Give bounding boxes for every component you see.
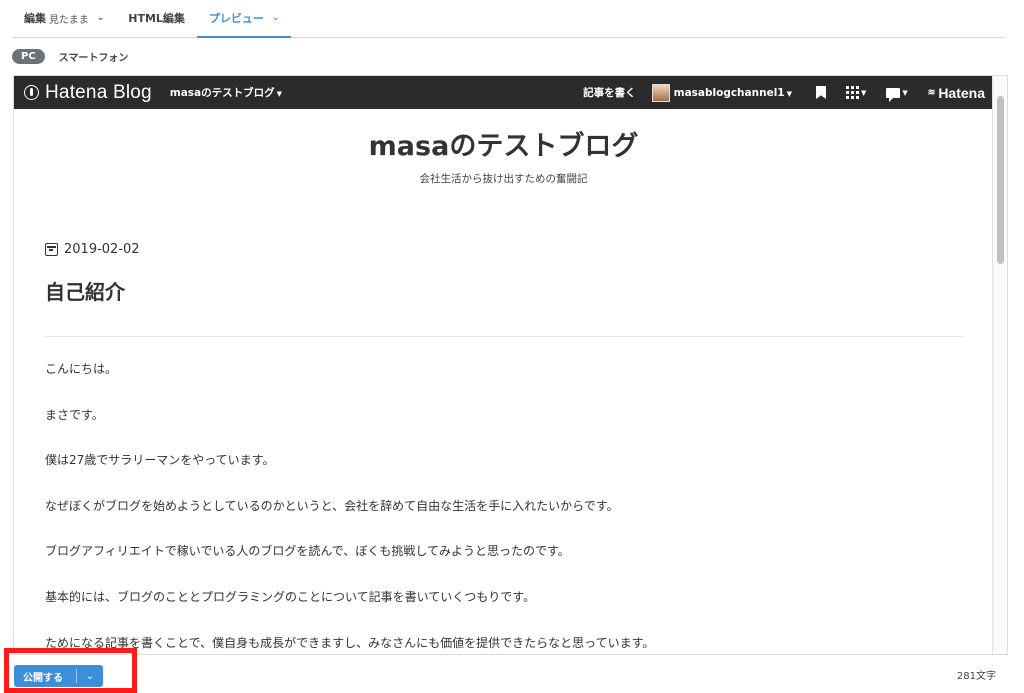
tab-preview[interactable]: プレビュー ⌄	[196, 0, 292, 38]
device-smartphone-button[interactable]: スマートフォン	[59, 49, 129, 64]
speech-balloon-icon	[886, 87, 901, 102]
entry-body: こんにちは。 まさです。 僕は27歳でサラリーマンをやっています。 なぜぼくがブ…	[45, 361, 963, 654]
calendar-icon	[45, 243, 58, 256]
entry-date[interactable]: 2019-02-02	[45, 242, 140, 257]
tab-html[interactable]: HTML編集	[116, 0, 197, 37]
char-count: 281文字	[956, 671, 996, 682]
divider	[45, 336, 963, 337]
tab-preview-label: プレビュー	[208, 12, 264, 25]
hatena-logo-icon	[24, 85, 39, 100]
blog-switcher-label: masaのテストブログ	[169, 87, 275, 99]
hatena-blog-logo[interactable]: Hatena Blog	[24, 82, 152, 104]
hatena-blog-logo-text: Hatena Blog	[45, 81, 152, 103]
chevron-down-icon[interactable]: ⌄	[97, 13, 105, 23]
preview-frame: Hatena Blog masaのテストブログ ▼ 記事を書く masablogc…	[13, 75, 1008, 655]
paragraph: 僕は27歳でサラリーマンをやっています。	[45, 453, 275, 468]
caret-down-icon: ▼	[276, 90, 283, 98]
notifications-button[interactable]: ▼	[886, 87, 908, 102]
device-toggle: PC スマートフォン	[12, 46, 128, 66]
editor-tabs: 編集 見たまま ⌄ HTML編集 プレビュー ⌄	[12, 0, 1006, 38]
preview-scrollbar[interactable]	[992, 76, 1007, 654]
entry-date-text: 2019-02-02	[64, 242, 140, 257]
device-pc-button[interactable]: PC	[12, 48, 45, 64]
avatar[interactable]	[651, 83, 670, 102]
tab-wysiwyg-sub: 見たまま	[49, 14, 89, 26]
tab-html-label: HTML編集	[128, 12, 185, 25]
hatena-topbar: Hatena Blog masaのテストブログ ▼ 記事を書く masablogc…	[14, 76, 993, 109]
entry-title[interactable]: 自己紹介	[45, 276, 125, 305]
hatena-link-label: Hatena	[938, 84, 985, 101]
scrollbar-thumb[interactable]	[997, 96, 1004, 264]
chevron-down-icon[interactable]: ⌄	[272, 13, 280, 23]
caret-down-icon: ▼	[860, 88, 867, 97]
paragraph: ブログアフィリエイトで稼いでいる人のブログを読んで、ぼくも挑戦してみようと思った…	[45, 544, 570, 559]
user-name: masablogchannel1	[673, 86, 785, 99]
hatena-mark-icon: ≋	[927, 87, 936, 97]
paragraph: まさです。	[45, 407, 104, 422]
topbar-right: 記事を書く masablogchannel1 ▼ ▼ ▼ ≋ Hatena	[583, 76, 993, 109]
hatena-link[interactable]: ≋ Hatena	[928, 85, 985, 101]
tab-wysiwyg-label: 編集	[24, 12, 46, 25]
blog-title[interactable]: masaのテストブログ	[14, 124, 993, 163]
grid-icon	[845, 86, 859, 99]
bookmark-button[interactable]	[815, 86, 826, 99]
blog-description: 会社生活から抜け出すための奮闘記	[419, 173, 588, 185]
caret-down-icon: ▼	[786, 89, 792, 98]
paragraph: ためになる記事を書くことで、僕自身も成長ができますし、みなさんにも価値を提供でき…	[45, 635, 655, 650]
paragraph: 基本的には、ブログのこととプログラミングのことについて記事を書いていくつもりです…	[45, 589, 536, 604]
apps-menu-button[interactable]: ▼	[845, 86, 867, 99]
bookmark-icon	[815, 86, 826, 99]
write-article-link[interactable]: 記事を書く	[583, 85, 636, 100]
editor-footer: 公開する ⌄ 281文字	[0, 648, 1024, 693]
caret-down-icon: ▼	[902, 88, 908, 97]
tab-wysiwyg[interactable]: 編集 見たまま ⌄	[12, 0, 116, 37]
paragraph: なぜぼくがブログを始めようとしているのかというと、会社を辞めて自由な生活を手に入…	[45, 498, 619, 513]
user-menu[interactable]: masablogchannel1 ▼	[674, 87, 792, 99]
paragraph: こんにちは。	[45, 362, 118, 376]
blog-switcher[interactable]: masaのテストブログ ▼	[170, 85, 282, 100]
highlight-box	[4, 648, 137, 693]
